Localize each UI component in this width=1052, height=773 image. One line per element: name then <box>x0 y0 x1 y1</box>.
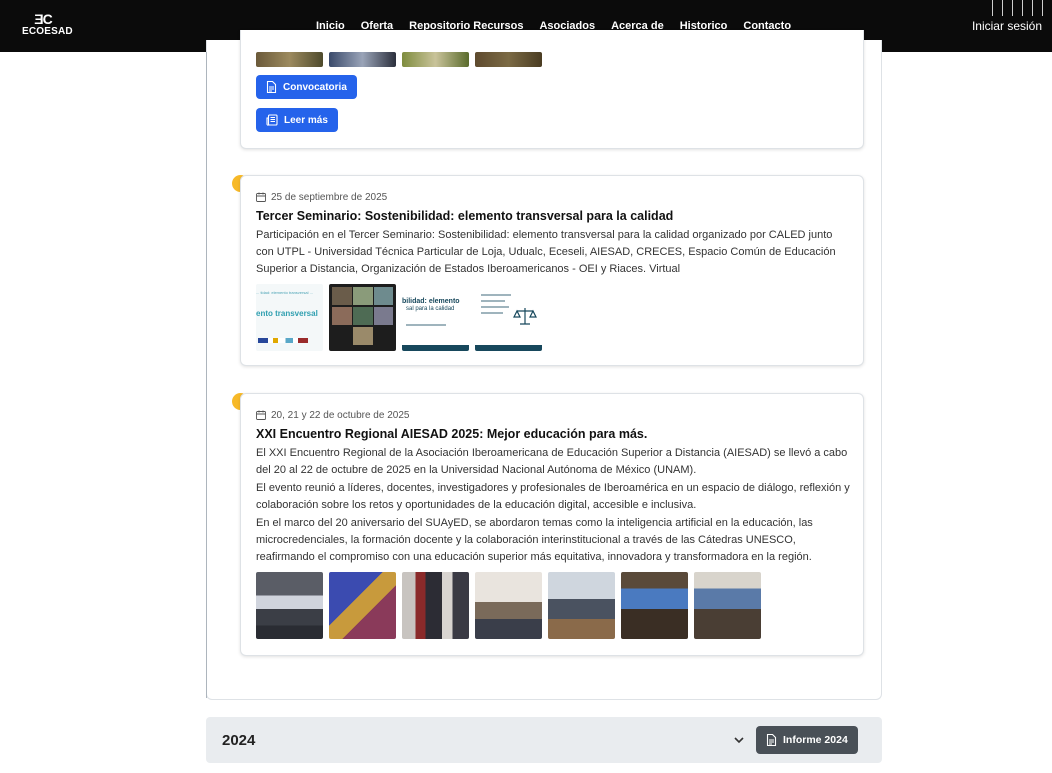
convocatoria-label: Convocatoria <box>283 81 347 93</box>
convocatoria-button[interactable]: Convocatoria <box>256 75 357 99</box>
photo-thumbnail[interactable] <box>621 572 688 639</box>
informe-2024-button[interactable]: Informe 2024 <box>756 726 858 754</box>
photo-thumbnail[interactable] <box>256 52 323 67</box>
corner-decoration <box>942 0 1052 18</box>
calendar-icon <box>256 192 266 202</box>
event-title: XXI Encuentro Regional AIESAD 2025: Mejo… <box>256 427 648 441</box>
document-icon <box>266 81 277 93</box>
photo-thumbnail[interactable]: bilidad: elemento sal para la calidad <box>402 284 469 351</box>
event-photos <box>256 572 851 639</box>
year-2024-accordion[interactable]: 2024 Informe 2024 <box>206 717 882 763</box>
event-card: 25 de septiembre de 2025 Tercer Seminari… <box>240 175 864 366</box>
accordion-year: 2024 <box>222 731 256 749</box>
event-photos: ... tidad: elemento transversal ... ento… <box>256 284 851 351</box>
event-title: Tercer Seminario: Sostenibilidad: elemen… <box>256 209 674 223</box>
thumb-caption: bilidad: elemento <box>402 298 460 305</box>
document-icon <box>766 734 777 746</box>
event-date: 25 de septiembre de 2025 <box>256 190 851 204</box>
photo-thumbnail[interactable] <box>694 572 761 639</box>
event-date-text: 20, 21 y 22 de octubre de 2025 <box>271 409 410 421</box>
event-card: 20, 21 y 22 de octubre de 2025 XXI Encue… <box>240 393 864 656</box>
event-description: Participación en el Tercer Seminario: So… <box>256 229 836 275</box>
photo-thumbnail[interactable] <box>402 52 469 67</box>
brand-logo[interactable]: ƎC ECOESAD <box>22 11 73 42</box>
event-paragraph: En el marco del 20 aniversario del SUAyE… <box>256 517 813 563</box>
event-photos <box>256 52 542 67</box>
photo-thumbnail[interactable] <box>256 572 323 639</box>
photo-thumbnail[interactable] <box>402 572 469 639</box>
event-date: 20, 21 y 22 de octubre de 2025 <box>256 408 851 422</box>
photo-thumbnail[interactable] <box>548 572 615 639</box>
photo-thumbnail[interactable] <box>329 284 396 351</box>
brand-mark: ƎC <box>34 11 52 27</box>
event-paragraph: El XXI Encuentro Regional de la Asociaci… <box>256 447 848 476</box>
photo-thumbnail[interactable] <box>329 572 396 639</box>
photo-thumbnail[interactable] <box>475 52 542 67</box>
event-card: Convocatoria Leer más <box>240 30 864 149</box>
photo-thumbnail[interactable] <box>475 284 542 351</box>
leer-mas-button[interactable]: Leer más <box>256 108 338 132</box>
scale-icon <box>513 308 537 325</box>
photo-thumbnail[interactable] <box>329 52 396 67</box>
event-description: El XXI Encuentro Regional de la Asociaci… <box>256 445 851 566</box>
photo-thumbnail[interactable] <box>475 572 542 639</box>
informe-2024-label: Informe 2024 <box>783 734 848 746</box>
brand-name: ECOESAD <box>22 26 73 37</box>
chevron-down-icon[interactable] <box>732 733 746 747</box>
thumb-caption: ento transversal <box>256 309 318 318</box>
leer-mas-label: Leer más <box>284 114 328 126</box>
event-paragraph: El evento reunió a líderes, docentes, in… <box>256 482 850 511</box>
newspaper-icon <box>266 114 278 126</box>
event-date-text: 25 de septiembre de 2025 <box>271 191 388 203</box>
logo-strip <box>258 338 308 343</box>
thumb-caption: sal para la calidad <box>406 306 455 312</box>
photo-thumbnail[interactable]: ... tidad: elemento transversal ... ento… <box>256 284 323 351</box>
timeline-line <box>206 52 207 698</box>
calendar-icon <box>256 410 266 420</box>
thumb-caption: ... tidad: elemento transversal ... <box>256 290 313 295</box>
